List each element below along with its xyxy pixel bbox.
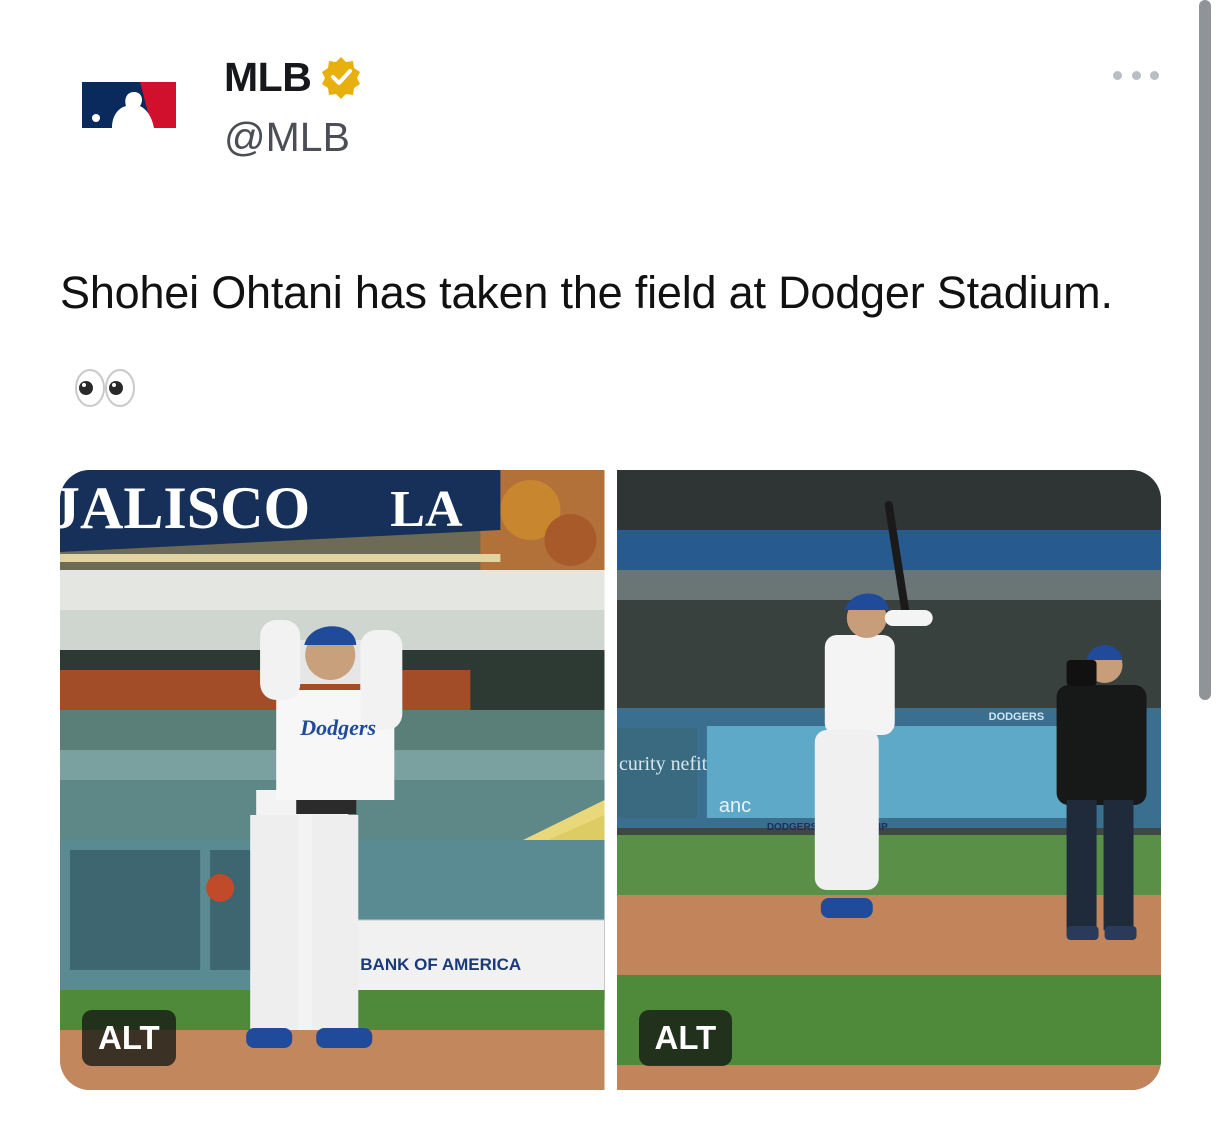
eyes-emoji-icon (74, 354, 136, 408)
mlb-logo-avatar[interactable] (82, 80, 176, 132)
verified-badge-icon (319, 55, 363, 99)
board-right-text: DODGERS (988, 711, 1044, 723)
author-display-name-row[interactable]: MLB (224, 52, 363, 102)
author-display-name[interactable]: MLB (224, 52, 312, 102)
tweet-media-grid: JALISCO LA BANK OF AMERICA Dodgers ALT c… (60, 470, 1161, 1090)
more-options-icon[interactable] (1113, 62, 1159, 88)
jersey-script-text: Dodgers (299, 715, 376, 740)
stadium-sign-text: JALISCO (60, 475, 310, 541)
tweet-text-block: Shohei Ohtani has taken the field at Dod… (60, 254, 1120, 410)
media-photo-pitcher[interactable]: JALISCO LA BANK OF AMERICA Dodgers ALT (60, 470, 605, 1090)
alt-badge[interactable]: ALT (638, 1010, 733, 1066)
alt-badge[interactable]: ALT (82, 1010, 176, 1066)
tweet-text: Shohei Ohtani has taken the field at Dod… (60, 267, 1113, 318)
svg-text:LA: LA (390, 481, 463, 538)
board-logo-text: anc (718, 795, 750, 817)
media-photo-batter[interactable]: curity nefit anc DODGERS DODGERS MEMBERS… (616, 470, 1161, 1090)
author-handle[interactable]: @MLB (224, 112, 350, 162)
banner-text: BANK OF AMERICA (360, 955, 521, 974)
scrollbar[interactable] (1199, 0, 1211, 700)
board-left-text: curity nefit (618, 753, 707, 775)
